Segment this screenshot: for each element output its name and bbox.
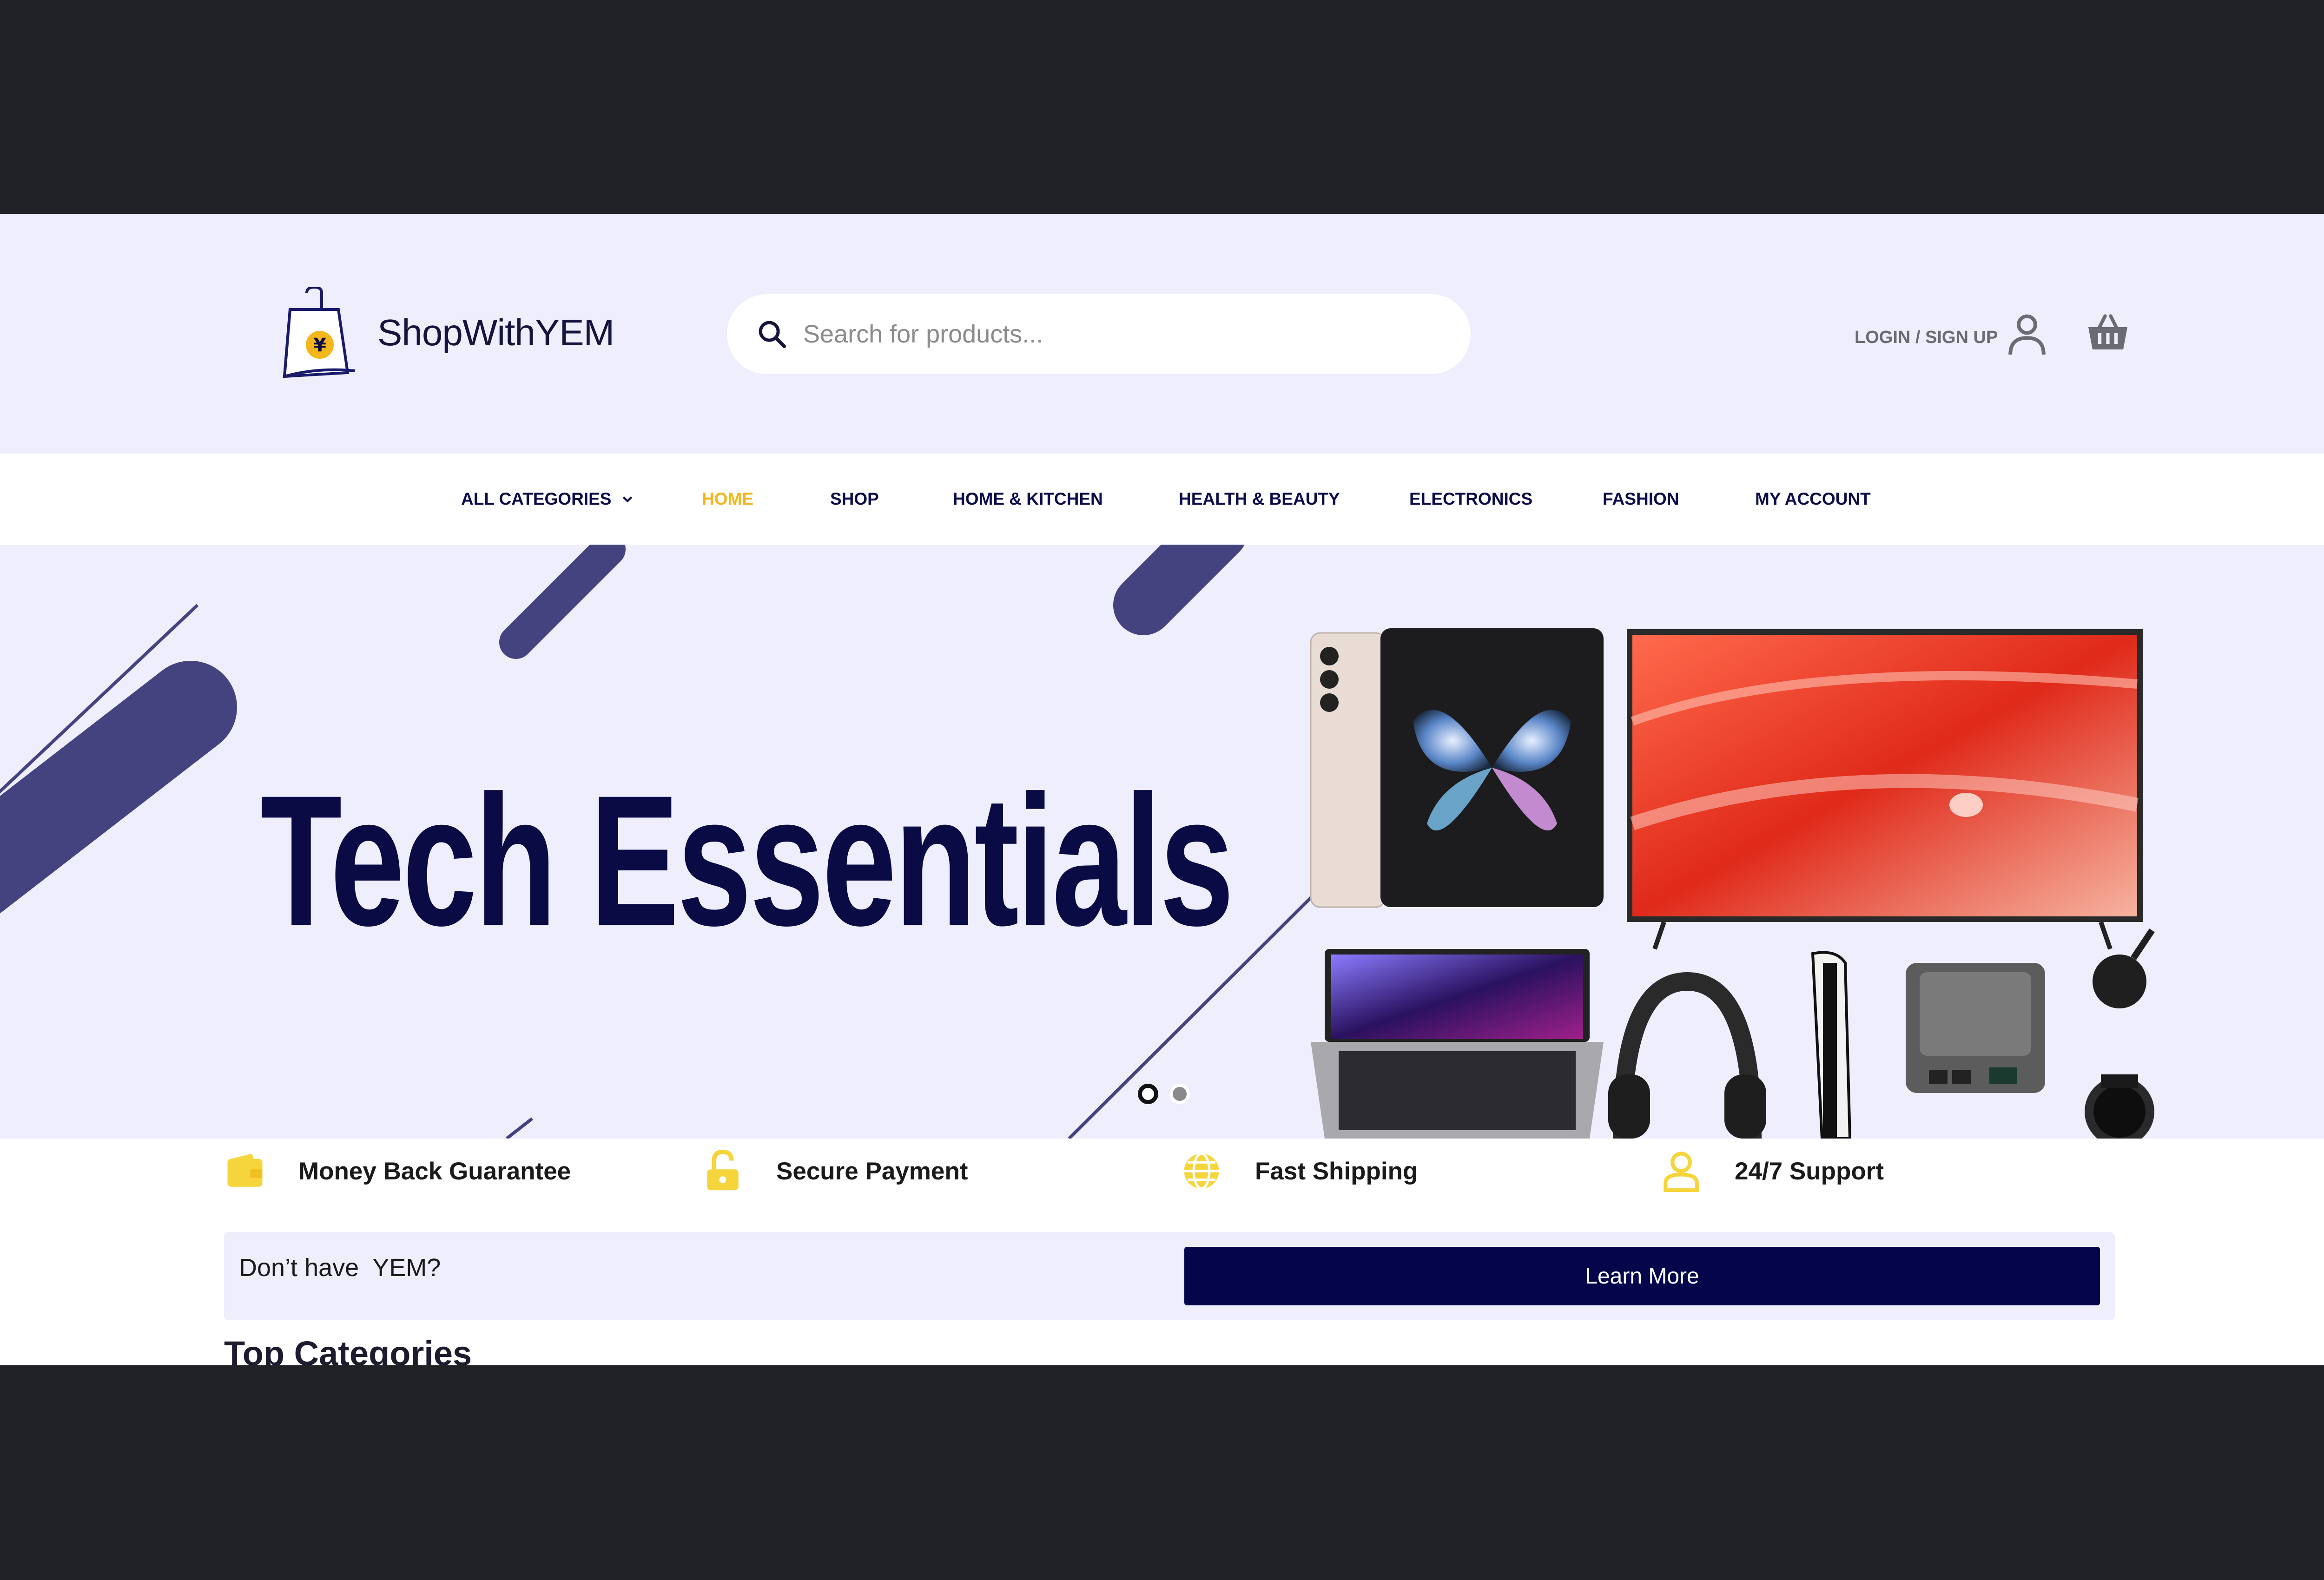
search-input[interactable] — [802, 319, 1446, 349]
site-header: ¥ ShopWithYEM LOGIN / SIGN UP — [0, 214, 2324, 454]
slider-dot-2[interactable] — [1169, 1084, 1190, 1104]
search-bar[interactable] — [727, 294, 1471, 374]
feature-label: Fast Shipping — [1255, 1157, 1418, 1185]
nav-home-kitchen[interactable]: HOME & KITCHEN — [953, 454, 1103, 545]
globe-icon — [1184, 1152, 1219, 1190]
section-title-top-categories: Top Categories — [224, 1334, 472, 1365]
nav-health-beauty[interactable]: HEALTH & BEAUTY — [1179, 454, 1340, 545]
feature-money-back: Money Back Guarantee — [224, 1148, 571, 1194]
unlock-icon — [707, 1150, 739, 1191]
nav-fashion[interactable]: FASHION — [1603, 454, 1679, 545]
login-signup-link[interactable]: LOGIN / SIGN UP — [1855, 328, 1998, 348]
shopping-bag-logo-icon: ¥ — [283, 287, 356, 378]
hero-slider[interactable]: Tech Essentials — [0, 545, 2324, 1139]
feature-support: 24/7 Support — [1660, 1148, 1884, 1194]
brand-name: ShopWithYEM — [377, 312, 614, 353]
nav-my-account[interactable]: MY ACCOUNT — [1755, 454, 1871, 545]
slider-dot-1[interactable] — [1138, 1084, 1158, 1104]
feature-label: Money Back Guarantee — [298, 1157, 571, 1185]
wallet-icon — [227, 1153, 263, 1187]
nav-all-categories-label: ALL CATEGORIES — [461, 489, 612, 508]
feature-label: Secure Payment — [776, 1157, 968, 1185]
feature-fast-shipping: Fast Shipping — [1181, 1148, 1418, 1194]
slider-pagination — [1138, 1084, 1190, 1104]
logo-yen-symbol: ¥ — [313, 335, 326, 356]
tech-products-image — [1310, 628, 2155, 1139]
hero-title: Tech Essentials — [260, 757, 1234, 964]
learn-more-button[interactable]: Learn More — [1184, 1247, 2100, 1305]
main-navigation: ALL CATEGORIES HOME SHOP HOME & KITCHEN … — [0, 454, 2324, 545]
site-logo[interactable]: ¥ ShopWithYEM — [281, 286, 614, 379]
user-support-icon — [1664, 1152, 1699, 1192]
nav-shop[interactable]: SHOP — [830, 454, 879, 545]
nav-home[interactable]: HOME — [702, 454, 753, 545]
chevron-down-icon — [623, 496, 633, 503]
search-icon[interactable] — [756, 318, 788, 350]
feature-secure-payment: Secure Payment — [702, 1148, 968, 1194]
nav-all-categories[interactable]: ALL CATEGORIES — [461, 454, 634, 545]
nav-electronics[interactable]: ELECTRONICS — [1409, 454, 1532, 545]
promo-text: Don’t have YEM? — [239, 1254, 441, 1282]
features-row: Money Back Guarantee Secure Payment Fast… — [0, 1139, 2324, 1207]
promo-banner: Don’t have YEM? Learn More — [224, 1232, 2115, 1320]
browser-viewport: ¥ ShopWithYEM LOGIN / SIGN UP ALL CAT — [0, 214, 2324, 1365]
user-account-icon[interactable] — [2007, 312, 2047, 357]
feature-label: 24/7 Support — [1735, 1157, 1884, 1185]
shopping-basket-icon[interactable] — [2087, 313, 2129, 352]
